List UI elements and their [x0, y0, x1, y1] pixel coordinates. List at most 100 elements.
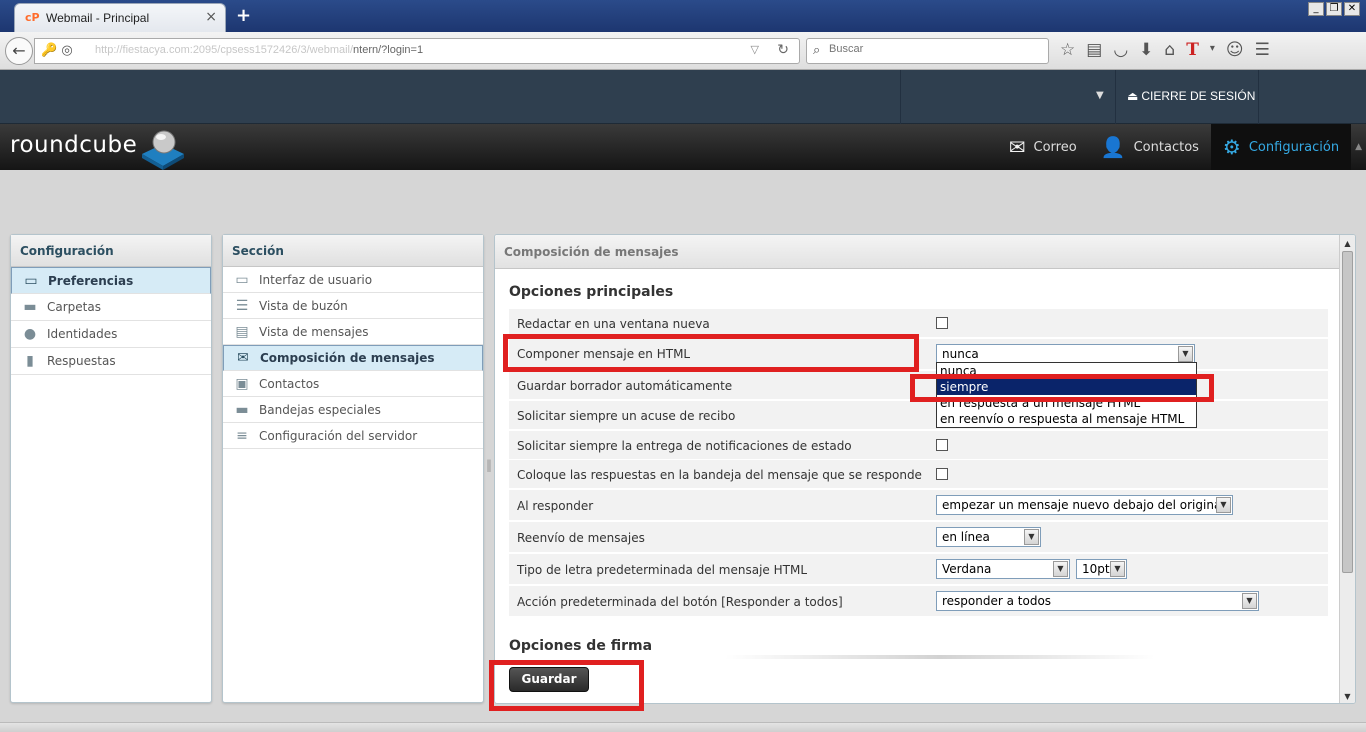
- settings-panel-title: Configuración: [11, 235, 211, 267]
- section-item-mailbox-view[interactable]: ☰ Vista de buzón: [223, 293, 483, 319]
- compose-html-options-list: nunca siempre en respuesta a un mensaje …: [936, 362, 1197, 428]
- option-row: Solicitar siempre la entrega de notifica…: [509, 431, 1328, 460]
- minimize-button[interactable]: _: [1308, 2, 1324, 16]
- hamburger-icon[interactable]: ☰: [1255, 40, 1270, 60]
- search-icon: ⌕: [813, 43, 821, 58]
- menu-caret-icon[interactable]: ▾: [1210, 43, 1215, 60]
- chevron-up-icon: ▲: [1355, 142, 1362, 152]
- option-row: Redactar en una ventana nueva: [509, 309, 1328, 338]
- restore-button[interactable]: ❐: [1326, 2, 1342, 16]
- compose-html-select[interactable]: nunca ▼: [936, 344, 1195, 364]
- mail-icon: ✉: [1008, 135, 1026, 159]
- signature-options-legend: Opciones de firma: [509, 638, 653, 654]
- save-button[interactable]: Guardar: [509, 667, 589, 692]
- section-panel: Sección ▭ Interfaz de usuario ☰ Vista de…: [222, 234, 484, 703]
- divider: [900, 70, 901, 124]
- content-scrollbar[interactable]: ▲ ▼: [1339, 235, 1355, 703]
- site-identity-icon[interactable]: 🔑 ◎: [41, 43, 73, 58]
- monitor-icon: ▭: [24, 272, 38, 289]
- message-view-icon: ▤: [235, 323, 249, 340]
- option-row: Tipo de letra predeterminada del mensaje…: [509, 554, 1328, 585]
- browser-toolbar-icons: ☆ ▤ ◡ ⬇ ⌂ T ▾ ☺ ☰: [1060, 40, 1270, 60]
- document-icon: ▮: [26, 353, 34, 369]
- browser-search-box[interactable]: ⌕: [806, 38, 1049, 64]
- url-text: http://fiestacya.com:2095/cpsess1572426/…: [95, 44, 424, 56]
- section-item-special-folders[interactable]: ▬ Bandejas especiales: [223, 397, 483, 423]
- dropdown-option-highlighted[interactable]: siempre: [937, 379, 1196, 395]
- section-item-message-view[interactable]: ▤ Vista de mensajes: [223, 319, 483, 345]
- back-arrow-icon: ←: [12, 41, 26, 60]
- html-font-size-select[interactable]: 10pt ▼: [1076, 559, 1127, 579]
- settings-item-responses[interactable]: ▮ Respuestas: [11, 348, 211, 375]
- reading-list-icon[interactable]: ▤: [1086, 40, 1102, 60]
- divider: [1258, 70, 1259, 124]
- url-history-icon[interactable]: ▽: [751, 43, 759, 56]
- smiley-icon[interactable]: ☺: [1226, 40, 1244, 60]
- tab-title: Webmail - Principal: [46, 11, 150, 25]
- logout-icon: ⏏: [1127, 89, 1139, 103]
- roundcube-logo[interactable]: roundcube: [10, 130, 184, 170]
- monitor-icon: ▭: [235, 271, 249, 288]
- reply-same-folder-checkbox[interactable]: [936, 468, 948, 480]
- forward-mode-select[interactable]: en línea ▼: [936, 527, 1041, 547]
- nav-mail[interactable]: ✉ Correo: [997, 124, 1089, 170]
- preferences-content: Composición de mensajes Opciones princip…: [494, 234, 1356, 704]
- reload-icon[interactable]: ↻: [777, 42, 789, 58]
- back-button[interactable]: ←: [5, 37, 33, 65]
- chevron-down-icon: ▼: [1178, 346, 1193, 362]
- section-item-composing[interactable]: ✉ Composición de mensajes: [223, 345, 483, 371]
- section-item-contacts[interactable]: ▣ Contactos: [223, 371, 483, 397]
- home-icon[interactable]: ⌂: [1164, 40, 1175, 60]
- star-icon[interactable]: ☆: [1060, 40, 1075, 60]
- user-menu-caret-icon[interactable]: ▼: [1096, 90, 1104, 101]
- download-icon[interactable]: ⬇: [1139, 40, 1153, 60]
- browser-tab[interactable]: cP Webmail - Principal ×: [14, 3, 226, 32]
- dropdown-option[interactable]: nunca: [937, 363, 1196, 379]
- scroll-down-icon[interactable]: ▼: [1342, 691, 1353, 702]
- pocket-icon[interactable]: ◡: [1113, 40, 1128, 60]
- settings-item-folders[interactable]: ▬ Carpetas: [11, 294, 211, 321]
- option-row: Componer mensaje en HTML nunca ▼: [509, 339, 1328, 370]
- chevron-down-icon: ▼: [1024, 529, 1039, 545]
- nav-settings[interactable]: ⚙ Configuración: [1210, 124, 1352, 170]
- settings-item-preferences[interactable]: ▭ Preferencias: [11, 267, 211, 294]
- scroll-thumb[interactable]: [1342, 251, 1353, 573]
- roundcube-cube-icon: [142, 130, 184, 170]
- close-window-button[interactable]: ✕: [1344, 2, 1360, 16]
- html-font-select[interactable]: Verdana ▼: [936, 559, 1070, 579]
- legend-divider: [725, 655, 1155, 659]
- reply-all-default-select[interactable]: responder a todos ▼: [936, 591, 1259, 611]
- browser-nav-bar: ← 🔑 ◎ http://fiestacya.com:2095/cpsess15…: [0, 32, 1366, 70]
- browser-search-input[interactable]: [829, 43, 1039, 55]
- option-row: Solicitar siempre un acuse de recibo: [509, 401, 1328, 430]
- divider: [1115, 70, 1116, 124]
- contacts-icon: ▣: [235, 375, 249, 392]
- main-options-legend: Opciones principales: [509, 284, 674, 300]
- chevron-down-icon: ▼: [1242, 593, 1257, 609]
- person-icon: ●: [23, 326, 37, 342]
- reply-mode-select[interactable]: empezar un mensaje nuevo debajo del orig…: [936, 495, 1233, 515]
- cpanel-favicon-icon: cP: [25, 11, 40, 24]
- dropdown-option[interactable]: en reenvío o respuesta al mensaje HTML: [937, 411, 1196, 427]
- compose-in-new-window-checkbox[interactable]: [936, 317, 948, 329]
- chevron-down-icon: ▼: [1053, 561, 1068, 577]
- panel-splitter[interactable]: ‖: [486, 458, 492, 472]
- t-icon[interactable]: T: [1186, 40, 1199, 60]
- dropdown-option[interactable]: en respuesta a un mensaje HTML: [937, 395, 1196, 411]
- tab-close-icon[interactable]: ×: [205, 9, 217, 25]
- delivery-notification-checkbox[interactable]: [936, 439, 948, 451]
- app-header: roundcube ✉ Correo 👤 Contactos ⚙ Configu…: [0, 124, 1366, 170]
- url-bar[interactable]: 🔑 ◎ http://fiestacya.com:2095/cpsess1572…: [34, 38, 800, 64]
- settings-panel: Configuración ▭ Preferencias ▬ Carpetas …: [10, 234, 212, 703]
- settings-item-identities[interactable]: ● Identidades: [11, 321, 211, 348]
- scroll-up-icon[interactable]: ▲: [1342, 238, 1353, 249]
- logout-button[interactable]: ⏏ CIERRE DE SESIÓN: [1127, 89, 1255, 103]
- nav-contacts[interactable]: 👤 Contactos: [1089, 124, 1211, 170]
- new-tab-button[interactable]: +: [236, 5, 251, 26]
- option-row: Reenvío de mensajes en línea ▼: [509, 522, 1328, 553]
- collapse-header-button[interactable]: ▲: [1351, 124, 1366, 170]
- section-item-user-interface[interactable]: ▭ Interfaz de usuario: [223, 267, 483, 293]
- app-top-bar: ▼ ⏏ CIERRE DE SESIÓN: [0, 70, 1366, 124]
- section-item-server-settings[interactable]: ≡ Configuración del servidor: [223, 423, 483, 449]
- browser-tab-bar: cP Webmail - Principal × + _ ❐ ✕: [0, 0, 1366, 32]
